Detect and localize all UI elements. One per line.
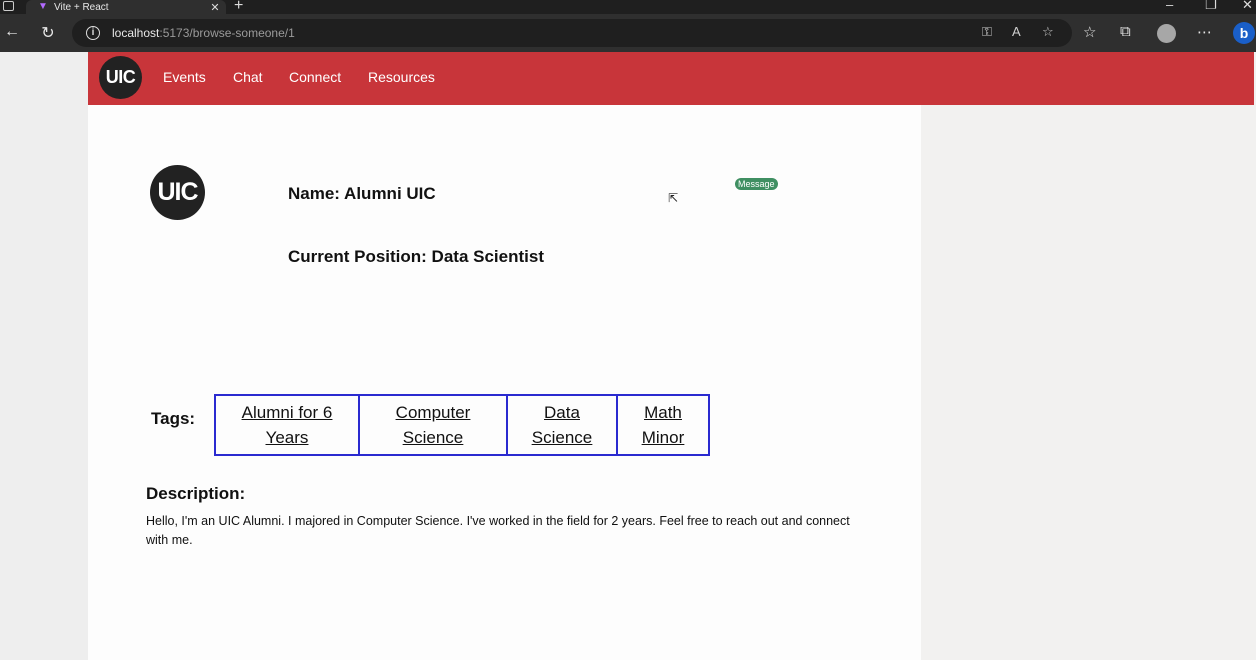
profile-avatar-icon[interactable]	[1157, 24, 1176, 43]
tag-data-science[interactable]: Data Science	[506, 394, 618, 456]
nav-link-resources[interactable]: Resources	[368, 69, 435, 85]
tag-computer-science[interactable]: Computer Science	[358, 394, 508, 456]
tab-title: Vite + React	[54, 1, 109, 13]
browser-tab[interactable]: ▼ Vite + React ✕	[26, 0, 226, 14]
right-background	[921, 52, 1256, 660]
mouse-cursor-icon: ⇱	[668, 191, 679, 205]
read-aloud-icon[interactable]: A	[1012, 24, 1021, 39]
page: UIC Events Chat Connect Resources UIC Na…	[0, 52, 1256, 660]
new-tab-icon[interactable]: +	[234, 0, 243, 15]
sidebar-toggle-icon[interactable]	[3, 1, 14, 11]
profile-position: Current Position: Data Scientist	[288, 247, 544, 266]
restore-icon[interactable]: ❐	[1205, 0, 1217, 13]
address-bar: ← ↻ i localhost:5173/browse-someone/1 ⚿ …	[0, 14, 1256, 52]
url-input[interactable]: i localhost:5173/browse-someone/1 ⚿ A ☆	[72, 19, 1072, 47]
nav-link-chat[interactable]: Chat	[233, 69, 263, 85]
back-icon[interactable]: ←	[2, 23, 22, 41]
tag-math-minor[interactable]: Math Minor	[616, 394, 710, 456]
profile-avatar: UIC	[150, 165, 205, 220]
profile-name: Name: Alumni UIC	[288, 184, 436, 203]
main-content	[88, 52, 921, 660]
browser-tab-bar: ▼ Vite + React ✕ + – ❐ ✕	[0, 0, 1256, 14]
description-title: Description:	[146, 484, 246, 503]
url-text: localhost:5173/browse-someone/1	[112, 26, 295, 40]
tag-alumni-years[interactable]: Alumni for 6 Years	[214, 394, 360, 456]
site-info-icon[interactable]: i	[86, 26, 100, 40]
tags-list: Alumni for 6 Years Computer Science Data Sc…	[214, 394, 710, 456]
tags-label: Tags:	[151, 409, 196, 428]
minimize-icon[interactable]: –	[1166, 0, 1173, 12]
add-favorite-icon[interactable]: ☆	[1042, 24, 1054, 40]
more-icon[interactable]: ⋯	[1197, 23, 1212, 41]
vite-favicon-icon: ▼	[38, 1, 48, 12]
uic-logo[interactable]: UIC	[99, 56, 142, 99]
message-button[interactable]: Message	[735, 178, 778, 190]
tab-close-icon[interactable]: ✕	[208, 1, 222, 14]
top-navbar: UIC Events Chat Connect Resources	[88, 52, 1254, 105]
bing-copilot-icon[interactable]: b	[1233, 22, 1255, 44]
refresh-icon[interactable]: ↻	[38, 23, 58, 43]
nav-link-connect[interactable]: Connect	[289, 69, 341, 85]
nav-link-events[interactable]: Events	[163, 69, 206, 85]
window-close-icon[interactable]: ✕	[1242, 0, 1253, 13]
key-icon[interactable]: ⚿	[982, 24, 992, 40]
collections-icon[interactable]: ⧉	[1120, 23, 1131, 40]
description-text: Hello, I'm an UIC Alumni. I majored in C…	[146, 514, 850, 547]
favorites-icon[interactable]: ☆	[1083, 23, 1096, 41]
